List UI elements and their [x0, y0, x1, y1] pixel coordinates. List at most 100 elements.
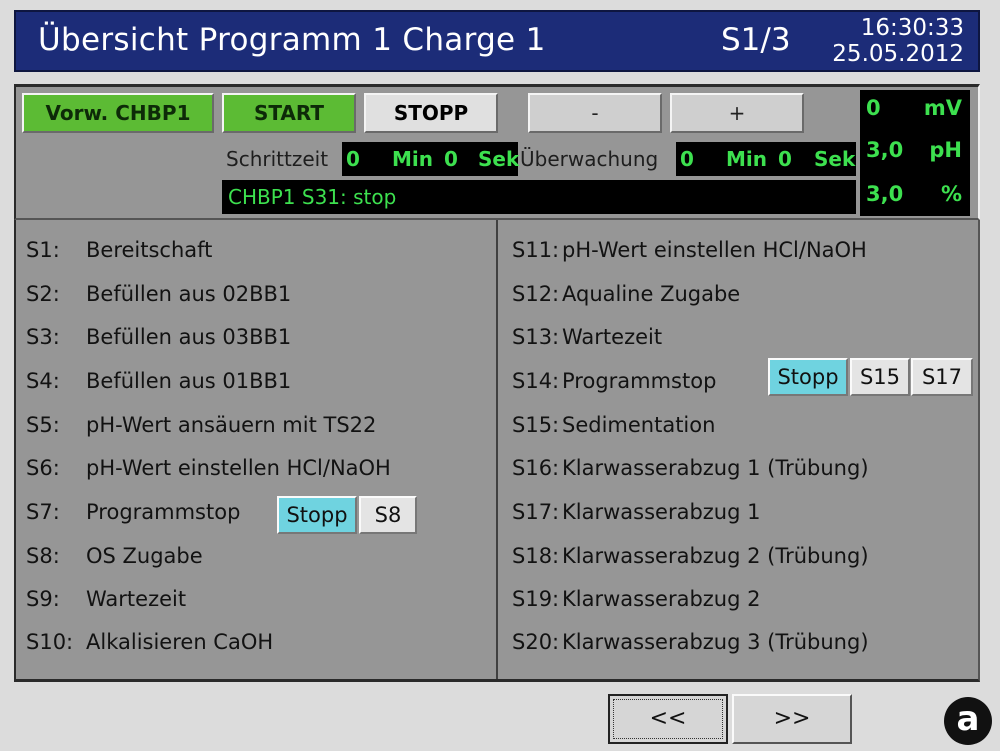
step-item: S3: Befüllen aus 03BB1	[26, 325, 291, 349]
step-label: Wartezeit	[86, 587, 187, 611]
stop-button[interactable]: STOPP	[364, 93, 498, 133]
step-label: Alkalisieren CaOH	[86, 630, 274, 654]
step-label: Sedimentation	[562, 413, 716, 437]
page-indicator: S1/3	[721, 22, 791, 58]
monitoring-min-value: 0	[680, 147, 694, 171]
monitoring-sec-unit: Sek	[814, 147, 856, 171]
status-display: CHBP1 S31: stop	[222, 180, 856, 214]
measurement-display: 0 mV 3,0 pH 3,0 %	[860, 90, 970, 216]
step-label: Befüllen aus 02BB1	[86, 282, 292, 306]
step-code: S11:	[512, 238, 560, 262]
steps-panel: S1: Bereitschaft S2: Befüllen aus 02BB1 S3…	[14, 220, 980, 682]
step-time-display: 0 Min 0 Sek	[342, 142, 520, 176]
step-item: S16: Klarwasserabzug 1 (Trübung)	[512, 456, 869, 480]
step-item: S12: Aqualine Zugabe	[512, 282, 740, 306]
increment-button[interactable]: +	[670, 93, 804, 133]
status-text: CHBP1 S31: stop	[228, 185, 397, 209]
previous-page-button[interactable]: <<	[608, 694, 728, 744]
step-label: pH-Wert einstellen HCl/NaOH	[86, 456, 391, 480]
step-code: S6:	[26, 456, 60, 480]
page-title: Übersicht Programm 1 Charge 1	[38, 22, 546, 58]
next-page-button[interactable]: >>	[732, 694, 852, 744]
step-label: Klarwasserabzug 2 (Trübung)	[562, 544, 869, 568]
figure-label-badge: a	[944, 697, 992, 745]
step-code: S10:	[26, 630, 74, 654]
control-panel: Vorw. CHBP1 START STOPP - + Schrittzeit …	[14, 84, 980, 220]
step-code: S5:	[26, 413, 60, 437]
step-label: pH-Wert ansäuern mit TS22	[86, 413, 377, 437]
monitoring-label: Überwachung	[520, 147, 659, 171]
step-code: S13:	[512, 325, 560, 349]
step-item: S6: pH-Wert einstellen HCl/NaOH	[26, 456, 391, 480]
step-time-sec-unit: Sek	[478, 147, 520, 171]
monitoring-min-unit: Min	[726, 147, 767, 171]
step-label: Aqualine Zugabe	[562, 282, 741, 306]
start-button[interactable]: START	[222, 93, 356, 133]
step-label: Klarwasserabzug 2	[562, 587, 761, 611]
step-code: S14:	[512, 369, 560, 393]
step-label: Bereitschaft	[86, 238, 213, 262]
step-item: S9: Wartezeit	[26, 587, 186, 611]
step-code: S9:	[26, 587, 60, 611]
step-item: S7: Programmstop	[26, 500, 240, 524]
clock-date: 25.05.2012	[832, 41, 964, 67]
step-label: OS Zugabe	[86, 544, 203, 568]
step-time-min-value: 0	[346, 147, 360, 171]
step-time-label: Schrittzeit	[226, 147, 329, 171]
step-label: pH-Wert einstellen HCl/NaOH	[562, 238, 867, 262]
step-label: Befüllen aus 03BB1	[86, 325, 292, 349]
step-item: S13: Wartezeit	[512, 325, 662, 349]
step-code: S2:	[26, 282, 60, 306]
step-item: S19: Klarwasserabzug 2	[512, 587, 761, 611]
step-item: S18: Klarwasserabzug 2 (Trübung)	[512, 544, 869, 568]
step-code: S4:	[26, 369, 60, 393]
step-code: S12:	[512, 282, 560, 306]
measurement-value: 0	[866, 96, 881, 120]
measurement-ph: 3,0 pH	[860, 138, 970, 178]
program-select-button[interactable]: Vorw. CHBP1	[22, 93, 214, 133]
step-item: S1: Bereitschaft	[26, 238, 212, 262]
title-bar: Übersicht Programm 1 Charge 1 S1/3 16:30…	[14, 10, 980, 72]
measurement-percent: 3,0 %	[860, 182, 970, 222]
s7-stop-button[interactable]: Stopp	[277, 496, 357, 534]
step-item: S20: Klarwasserabzug 3 (Trübung)	[512, 630, 869, 654]
step-label: Klarwasserabzug 1	[562, 500, 761, 524]
step-code: S17:	[512, 500, 560, 524]
hmi-screen: Übersicht Programm 1 Charge 1 S1/3 16:30…	[0, 0, 1000, 751]
monitoring-sec-value: 0	[778, 147, 792, 171]
step-item: S4: Befüllen aus 01BB1	[26, 369, 291, 393]
measurement-mv: 0 mV	[860, 96, 970, 136]
step-time-sec-value: 0	[444, 147, 458, 171]
step-label: Programmstop	[86, 500, 241, 524]
monitoring-display: 0 Min 0 Sek	[676, 142, 856, 176]
decrement-button[interactable]: -	[528, 93, 662, 133]
step-code: S16:	[512, 456, 560, 480]
step-code: S20:	[512, 630, 560, 654]
step-time-min-unit: Min	[392, 147, 433, 171]
step-item: S14: Programmstop	[512, 369, 716, 393]
step-code: S7:	[26, 500, 60, 524]
s7-goto-s8-button[interactable]: S8	[359, 496, 417, 534]
step-item: S8: OS Zugabe	[26, 544, 203, 568]
step-item: S2: Befüllen aus 02BB1	[26, 282, 291, 306]
s14-goto-s17-button[interactable]: S17	[911, 358, 973, 396]
measurement-value: 3,0	[866, 182, 904, 206]
step-code: S8:	[26, 544, 60, 568]
step-item: S11: pH-Wert einstellen HCl/NaOH	[512, 238, 867, 262]
clock-time: 16:30:33	[860, 15, 964, 41]
s14-goto-s15-button[interactable]: S15	[850, 358, 910, 396]
column-divider	[496, 220, 498, 679]
measurement-value: 3,0	[866, 138, 904, 162]
step-item: S5: pH-Wert ansäuern mit TS22	[26, 413, 376, 437]
s14-stop-button[interactable]: Stopp	[768, 358, 848, 396]
step-code: S1:	[26, 238, 60, 262]
step-item: S15: Sedimentation	[512, 413, 715, 437]
step-code: S3:	[26, 325, 60, 349]
step-label: Klarwasserabzug 1 (Trübung)	[562, 456, 869, 480]
measurement-unit: %	[940, 182, 962, 206]
measurement-unit: mV	[923, 96, 962, 120]
measurement-unit: pH	[929, 138, 962, 162]
step-item: S10: Alkalisieren CaOH	[26, 630, 273, 654]
step-code: S19:	[512, 587, 560, 611]
step-label: Programmstop	[562, 369, 717, 393]
